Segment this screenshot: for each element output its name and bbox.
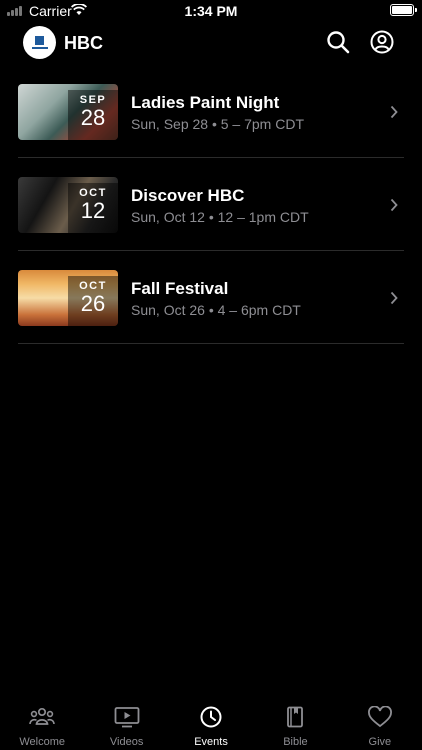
- tab-bar: Welcome Videos Events Bible Give: [0, 700, 422, 750]
- status-time: 1:34 PM: [184, 3, 238, 19]
- app-header: HBC: [0, 26, 422, 62]
- chevron-right-icon: [390, 105, 398, 119]
- play-screen-icon: [114, 707, 140, 728]
- date-badge: OCT 12: [68, 183, 118, 233]
- tab-label: Events: [194, 736, 228, 748]
- heart-icon: [367, 706, 392, 728]
- clock-icon: [200, 706, 222, 728]
- tab-welcome[interactable]: Welcome: [0, 700, 84, 750]
- date-badge: OCT 26: [68, 276, 118, 326]
- date-badge: SEP 28: [68, 90, 118, 140]
- event-title: Discover HBC: [131, 186, 245, 205]
- battery-icon: [390, 4, 417, 16]
- date-day: 28: [80, 105, 106, 130]
- events-list: SEP 28 Ladies Paint Night Sun, Sep 28 • …: [18, 65, 404, 344]
- event-thumbnail: SEP 28: [18, 84, 118, 140]
- date-day: 12: [80, 198, 106, 223]
- tab-label: Bible: [283, 736, 308, 748]
- event-title: Ladies Paint Night: [131, 93, 280, 112]
- tab-give[interactable]: Give: [338, 700, 422, 750]
- people-icon: [29, 707, 56, 725]
- chevron-right-icon: [390, 291, 398, 305]
- event-thumbnail: OCT 26: [18, 270, 118, 326]
- tab-events[interactable]: Events: [169, 700, 253, 750]
- tab-label: Videos: [109, 736, 144, 748]
- tab-bible[interactable]: Bible: [253, 700, 337, 750]
- event-row[interactable]: OCT 26 Fall Festival Sun, Oct 26 • 4 – 6…: [18, 251, 404, 344]
- event-thumbnail: OCT 12: [18, 177, 118, 233]
- search-icon[interactable]: [326, 30, 350, 54]
- chevron-right-icon: [390, 198, 398, 212]
- event-row[interactable]: SEP 28 Ladies Paint Night Sun, Sep 28 • …: [18, 65, 404, 158]
- status-bar: Carrier 1:34 PM: [0, 0, 422, 22]
- tab-label: Give: [368, 736, 392, 748]
- event-title: Fall Festival: [131, 279, 229, 298]
- profile-icon[interactable]: [370, 30, 394, 54]
- app-title: HBC: [64, 33, 103, 53]
- church-logo-icon[interactable]: [23, 26, 56, 59]
- event-row[interactable]: OCT 12 Discover HBC Sun, Oct 12 • 12 – 1…: [18, 158, 404, 251]
- tab-label: Welcome: [19, 736, 66, 748]
- tab-videos[interactable]: Videos: [84, 700, 168, 750]
- event-datetime: Sun, Oct 26 • 4 – 6pm CDT: [131, 302, 301, 318]
- date-day: 26: [80, 291, 106, 316]
- event-datetime: Sun, Sep 28 • 5 – 7pm CDT: [131, 116, 304, 132]
- event-datetime: Sun, Oct 12 • 12 – 1pm CDT: [131, 209, 309, 225]
- book-icon: [287, 706, 304, 728]
